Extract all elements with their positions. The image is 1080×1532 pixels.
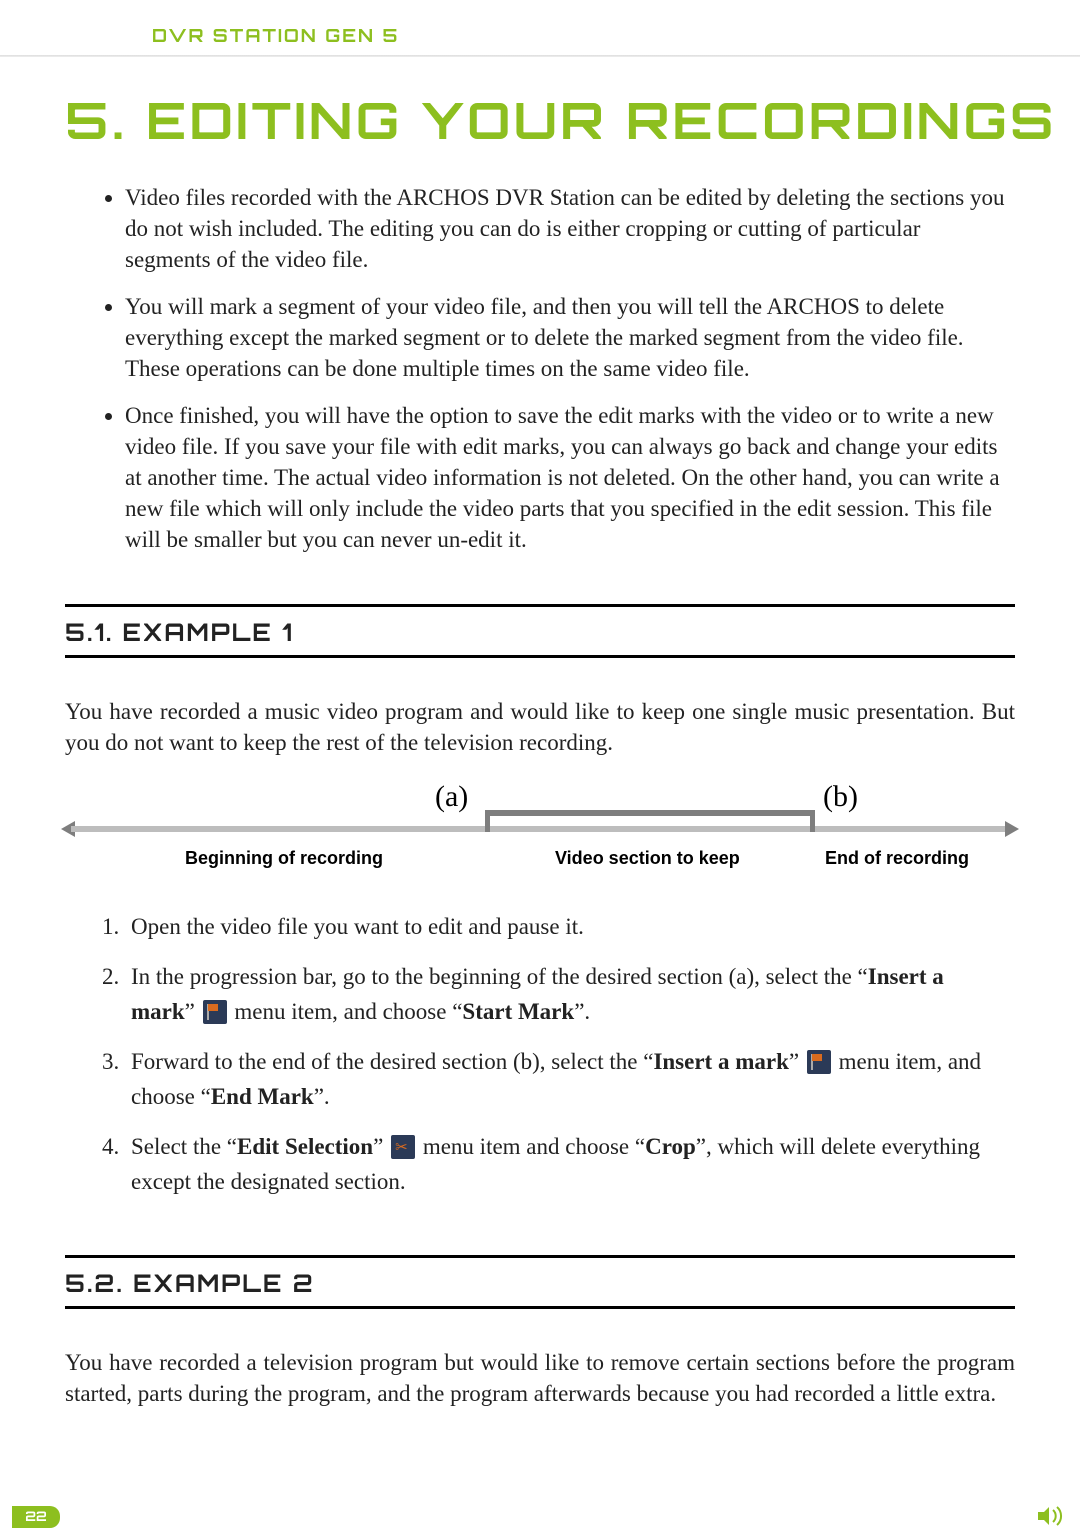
step-item: Select the “Edit Selection” menu item an…	[125, 1130, 1015, 1199]
flag-icon	[807, 1050, 831, 1074]
marker-a-label: (a)	[435, 780, 468, 814]
intro-bullets: Video files recorded with the ARCHOS DVR…	[65, 182, 1015, 556]
page-footer: 22	[0, 1502, 1080, 1532]
page-number: 22	[12, 1506, 60, 1528]
chapter-title: 5. EDITING YOUR RECORDINGS	[65, 89, 1063, 152]
example1-intro: You have recorded a music video program …	[65, 696, 1015, 758]
step-text: ”.	[574, 999, 590, 1024]
scissors-icon	[391, 1135, 415, 1159]
step-item: Open the video file you want to edit and…	[125, 910, 1015, 945]
step-text: ”	[789, 1049, 805, 1074]
timeline-caption-keep: Video section to keep	[555, 848, 740, 869]
timeline-selection	[485, 810, 815, 832]
timeline-caption-end: End of recording	[825, 848, 969, 869]
step-text: menu item and choose “	[417, 1134, 645, 1159]
step-text: menu item, and choose “	[229, 999, 463, 1024]
step-text: Select the “	[131, 1134, 237, 1159]
step-text: In the progression bar, go to the beginn…	[131, 964, 868, 989]
step-text: ”.	[314, 1084, 330, 1109]
timeline-arrow-right-icon	[1005, 821, 1019, 837]
bullet-item: You will mark a segment of your video fi…	[125, 291, 1015, 384]
example1-steps: Open the video file you want to edit and…	[65, 910, 1015, 1200]
ui-label-insert-mark: Insert a mark	[653, 1049, 788, 1074]
marker-b-label: (b)	[823, 780, 858, 814]
step-item: In the progression bar, go to the beginn…	[125, 960, 1015, 1029]
bullet-item: Video files recorded with the ARCHOS DVR…	[125, 182, 1015, 275]
ui-label-start-mark: Start Mark	[462, 999, 574, 1024]
bullet-item: Once finished, you will have the option …	[125, 400, 1015, 555]
step-item: Forward to the end of the desired sectio…	[125, 1045, 1015, 1114]
product-header: DVR STATION GEN 5	[152, 25, 399, 47]
ui-label-edit-selection: Edit Selection	[237, 1134, 373, 1159]
example2-intro: You have recorded a television program b…	[65, 1347, 1015, 1409]
ui-label-crop: Crop	[645, 1134, 696, 1159]
section-heading-5-1: 5.1. EXAMPLE 1	[65, 604, 1015, 658]
step-text: Forward to the end of the desired sectio…	[131, 1049, 653, 1074]
ui-label-end-mark: End Mark	[211, 1084, 314, 1109]
timeline-diagram: (a) (b) Beginning of recording Video sec…	[65, 786, 1015, 876]
section-heading-5-2: 5.2. EXAMPLE 2	[65, 1255, 1015, 1309]
flag-icon	[203, 1000, 227, 1024]
step-text: ”	[373, 1134, 389, 1159]
timeline-caption-begin: Beginning of recording	[185, 848, 383, 869]
step-text: ”	[185, 999, 201, 1024]
sound-wave-icon	[1036, 1506, 1066, 1526]
header-divider	[0, 55, 1080, 57]
